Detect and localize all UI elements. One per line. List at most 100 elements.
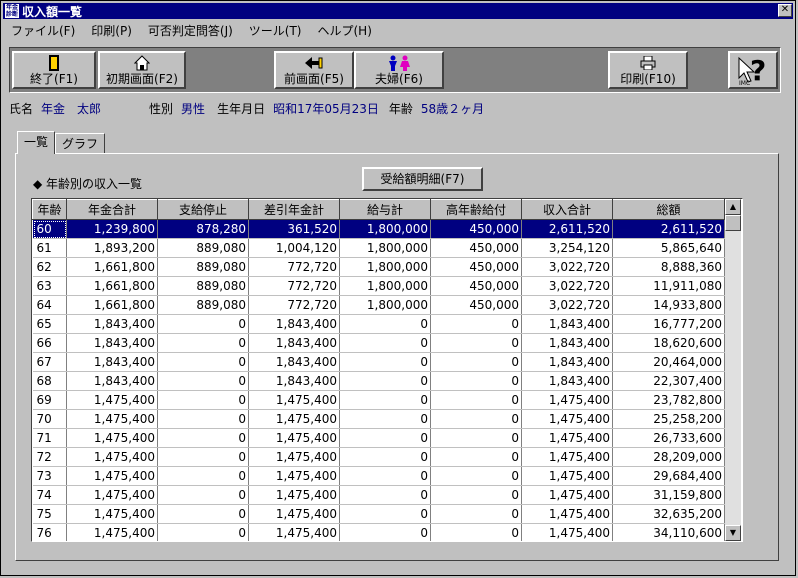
table-cell: 1,475,400 xyxy=(66,466,158,486)
table-cell: 14,933,800 xyxy=(612,295,725,315)
income-grid: 年齢 年金合計 支給停止 差引年金計 給与計 高年齢給付 収入合計 総額 60 1,239,80… xyxy=(32,199,725,541)
scroll-down-button[interactable]: ▼ xyxy=(725,525,741,541)
couple-button[interactable]: 夫婦(F6) xyxy=(354,51,444,89)
table-row[interactable]: 62 1,661,800 889,080 772,720 1,800,000 450,00… xyxy=(32,257,725,277)
table-cell: 1,661,800 xyxy=(66,276,158,296)
table-cell: 1,475,400 xyxy=(521,485,613,505)
income-table[interactable]: 年齢 年金合計 支給停止 差引年金計 給与計 高年齢給付 収入合計 総額 60 1,239,80… xyxy=(31,198,743,542)
printer-icon xyxy=(640,56,656,70)
tab-list[interactable]: 一覧 xyxy=(17,131,56,154)
table-cell: 1,475,400 xyxy=(66,409,158,429)
column-header[interactable]: 支給停止 xyxy=(157,199,249,220)
table-cell: 1,843,400 xyxy=(248,352,340,372)
table-row[interactable]: 70 1,475,400 0 1,475,400 0 0 1,475,400 25,258,2… xyxy=(32,409,725,429)
table-cell: 0 xyxy=(157,428,249,448)
table-row[interactable]: 75 1,475,400 0 1,475,400 0 0 1,475,400 32,635,2… xyxy=(32,504,725,524)
help-button[interactable]: ? IMC xyxy=(728,51,778,89)
column-header[interactable]: 収入合計 xyxy=(521,199,613,220)
table-row[interactable]: 74 1,475,400 0 1,475,400 0 0 1,475,400 31,159,8… xyxy=(32,485,725,505)
table-cell: 72 xyxy=(32,447,67,467)
table-cell: 64 xyxy=(32,295,67,315)
table-row[interactable]: 63 1,661,800 889,080 772,720 1,800,000 450,00… xyxy=(32,276,725,296)
table-cell: 1,800,000 xyxy=(339,219,431,239)
table-cell: 2,611,520 xyxy=(612,219,725,239)
table-cell: 1,475,400 xyxy=(248,466,340,486)
table-cell: 0 xyxy=(157,504,249,524)
table-cell: 75 xyxy=(32,504,67,524)
table-cell: 1,843,400 xyxy=(248,314,340,334)
table-row[interactable]: 69 1,475,400 0 1,475,400 0 0 1,475,400 23,782,8… xyxy=(32,390,725,410)
table-cell: 889,080 xyxy=(157,257,249,277)
toolbar: 終了(F1) 初期画面(F2) 前画面(F5) 夫婦(F6) 印刷(F10) ?… xyxy=(9,47,781,93)
table-cell: 889,080 xyxy=(157,276,249,296)
table-cell: 0 xyxy=(157,485,249,505)
back-arrow-icon xyxy=(305,57,323,69)
table-row[interactable]: 61 1,893,200 889,080 1,004,120 1,800,000 450,… xyxy=(32,238,725,258)
scroll-up-button[interactable]: ▲ xyxy=(725,199,741,215)
menu-help[interactable]: ヘルプ(H) xyxy=(310,22,380,39)
column-header[interactable]: 高年齢給付 xyxy=(430,199,522,220)
birth-value: 昭和17年05月23日 xyxy=(273,101,379,116)
close-button[interactable]: ✕ xyxy=(778,4,792,17)
table-row[interactable]: 76 1,475,400 0 1,475,400 0 0 1,475,400 34,110,6… xyxy=(32,523,725,541)
scroll-thumb[interactable] xyxy=(725,215,741,231)
table-cell: 1,475,400 xyxy=(66,428,158,448)
tab-graph[interactable]: グラフ xyxy=(55,133,106,154)
table-cell: 0 xyxy=(430,485,522,505)
column-header[interactable]: 年金合計 xyxy=(66,199,158,220)
table-cell: 1,475,400 xyxy=(248,390,340,410)
table-cell: 1,843,400 xyxy=(66,333,158,353)
table-cell: 70 xyxy=(32,409,67,429)
table-cell: 0 xyxy=(430,409,522,429)
table-cell: 1,475,400 xyxy=(521,409,613,429)
table-cell: 0 xyxy=(430,333,522,353)
menu-file[interactable]: ファイル(F) xyxy=(3,22,83,39)
table-row[interactable]: 66 1,843,400 0 1,843,400 0 0 1,843,400 18,620,6… xyxy=(32,333,725,353)
table-cell: 18,620,600 xyxy=(612,333,725,353)
table-cell: 66 xyxy=(32,333,67,353)
name-label: 氏名 xyxy=(9,101,34,116)
benefit-detail-button[interactable]: 受給額明細(F7) xyxy=(362,167,483,191)
title-bar: 年金 診断 収入額一覧 ✕ xyxy=(3,3,793,19)
table-cell: 450,000 xyxy=(430,238,522,258)
table-row[interactable]: 73 1,475,400 0 1,475,400 0 0 1,475,400 29,684,4… xyxy=(32,466,725,486)
table-cell: 1,843,400 xyxy=(521,314,613,334)
table-cell: 0 xyxy=(157,523,249,541)
table-cell: 0 xyxy=(339,523,431,541)
table-cell: 0 xyxy=(339,428,431,448)
table-cell: 25,258,200 xyxy=(612,409,725,429)
table-cell: 1,004,120 xyxy=(248,238,340,258)
table-cell: 61 xyxy=(32,238,67,258)
table-cell: 1,475,400 xyxy=(248,504,340,524)
table-cell: 22,307,400 xyxy=(612,371,725,391)
column-header[interactable]: 総額 xyxy=(612,199,725,220)
table-row[interactable]: 60 1,239,800 878,280 361,520 1,800,000 450,00… xyxy=(32,219,725,239)
birth-label: 生年月日 xyxy=(217,101,266,116)
table-header: 年齢 年金合計 支給停止 差引年金計 給与計 高年齢給付 収入合計 総額 xyxy=(32,199,725,220)
table-row[interactable]: 71 1,475,400 0 1,475,400 0 0 1,475,400 26,733,6… xyxy=(32,428,725,448)
column-header[interactable]: 給与計 xyxy=(339,199,431,220)
table-cell: 31,159,800 xyxy=(612,485,725,505)
table-row[interactable]: 72 1,475,400 0 1,475,400 0 0 1,475,400 28,209,0… xyxy=(32,447,725,467)
print-button[interactable]: 印刷(F10) xyxy=(608,51,688,89)
menu-eligibility[interactable]: 可否判定問答(J) xyxy=(140,22,241,39)
menu-print[interactable]: 印刷(P) xyxy=(83,22,140,39)
column-header[interactable]: 年齢 xyxy=(32,199,67,220)
table-cell: 0 xyxy=(339,314,431,334)
column-header[interactable]: 差引年金計 xyxy=(248,199,340,220)
prev-screen-button[interactable]: 前画面(F5) xyxy=(274,51,354,89)
table-row[interactable]: 67 1,843,400 0 1,843,400 0 0 1,843,400 20,464,0… xyxy=(32,352,725,372)
table-cell: 1,800,000 xyxy=(339,276,431,296)
initial-screen-button[interactable]: 初期画面(F2) xyxy=(98,51,186,89)
menu-tools[interactable]: ツール(T) xyxy=(241,22,310,39)
table-scrollbar[interactable]: ▲ ▼ xyxy=(725,199,741,541)
table-cell: 0 xyxy=(339,466,431,486)
exit-button[interactable]: 終了(F1) xyxy=(12,51,96,89)
table-row[interactable]: 64 1,661,800 889,080 772,720 1,800,000 450,00… xyxy=(32,295,725,315)
table-row[interactable]: 65 1,843,400 0 1,843,400 0 0 1,843,400 16,777,2… xyxy=(32,314,725,334)
table-cell: 0 xyxy=(339,352,431,372)
name-value: 年金 太郎 xyxy=(41,101,102,116)
table-cell: 1,843,400 xyxy=(66,352,158,372)
table-row[interactable]: 68 1,843,400 0 1,843,400 0 0 1,843,400 22,307,4… xyxy=(32,371,725,391)
table-cell: 450,000 xyxy=(430,276,522,296)
